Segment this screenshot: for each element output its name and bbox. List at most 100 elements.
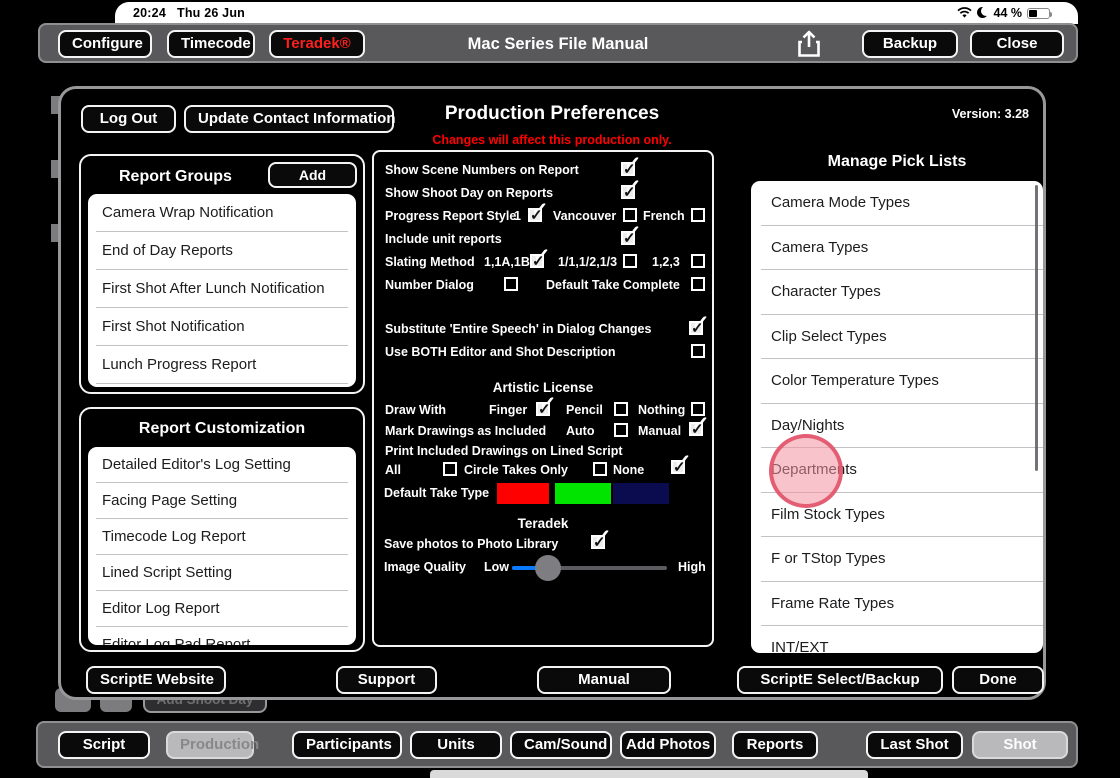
pencil-label: Pencil xyxy=(566,403,603,417)
scripte-select-backup-button[interactable]: ScriptE Select/Backup xyxy=(737,666,943,694)
tab-script[interactable]: Script xyxy=(58,731,150,759)
report-groups-list: Camera Wrap Notification End of Day Repo… xyxy=(88,194,356,387)
take-type-swatch-green[interactable] xyxy=(555,483,611,504)
list-item[interactable]: Clip Select Types xyxy=(751,315,1043,360)
substitute-label: Substitute 'Entire Speech' in Dialog Cha… xyxy=(385,322,651,336)
done-button[interactable]: Done xyxy=(952,666,1044,694)
take-type-swatch-navy[interactable] xyxy=(613,483,669,504)
checkbox-show-shoot-day[interactable] xyxy=(621,185,635,199)
status-bar: 20:24 Thu 26 Jun 44 % xyxy=(115,2,1078,24)
show-scene-label: Show Scene Numbers on Report xyxy=(385,163,579,177)
checkbox-default-take-complete[interactable] xyxy=(691,277,705,291)
checkbox-all[interactable] xyxy=(443,462,457,476)
checkbox-slating-fraction[interactable] xyxy=(623,254,637,268)
finger-label: Finger xyxy=(489,403,527,417)
print-drawings-label: Print Included Drawings on Lined Script xyxy=(385,444,623,458)
list-item[interactable]: Timecode Log Report xyxy=(88,519,356,555)
checkbox-finger[interactable] xyxy=(536,402,550,416)
list-item[interactable]: F or TStop Types xyxy=(751,537,1043,582)
tab-production[interactable]: Production xyxy=(166,731,254,759)
list-item[interactable]: Editor Log Report xyxy=(88,591,356,627)
top-toolbar: Configure Timecode Teradek® Mac Series F… xyxy=(38,23,1078,63)
production-preferences-dialog: Log Out Update Contact Information Produ… xyxy=(58,86,1046,700)
image-quality-slider[interactable] xyxy=(512,566,667,570)
version-label: Version: 3.28 xyxy=(952,107,1029,121)
checkbox-pencil[interactable] xyxy=(614,402,628,416)
show-shoot-day-label: Show Shoot Day on Reports xyxy=(385,186,553,200)
checkbox-circle-takes[interactable] xyxy=(593,462,607,476)
list-item[interactable]: Detailed Editor's Log Setting xyxy=(88,447,356,483)
battery-percent: 44 % xyxy=(994,6,1023,20)
report-customization-list: Detailed Editor's Log Setting Facing Pag… xyxy=(88,447,356,645)
include-unit-label: Include unit reports xyxy=(385,232,502,246)
list-item[interactable]: First Shot Notification xyxy=(88,308,356,346)
checkbox-include-unit[interactable] xyxy=(621,231,635,245)
list-item[interactable]: Color Temperature Types xyxy=(751,359,1043,404)
image-quality-high-label: High xyxy=(678,560,706,574)
checkbox-none[interactable] xyxy=(671,460,685,474)
list-item[interactable]: Camera Mode Types xyxy=(751,181,1043,226)
report-groups-panel: Report Groups Add Camera Wrap Notificati… xyxy=(79,154,365,394)
list-item[interactable]: First Shot After Lunch Notification xyxy=(88,270,356,308)
checkbox-slating-1a1b[interactable] xyxy=(530,254,544,268)
last-shot-button[interactable]: Last Shot xyxy=(866,731,963,759)
list-item[interactable]: Character Types xyxy=(751,270,1043,315)
list-item[interactable]: INT/EXT xyxy=(751,626,1043,653)
list-item[interactable]: Lunch Progress Report xyxy=(88,346,356,384)
focus-moon-icon xyxy=(977,7,989,19)
slating-method-label: Slating Method xyxy=(385,255,475,269)
checkbox-french[interactable] xyxy=(691,208,705,222)
checkbox-auto[interactable] xyxy=(614,423,628,437)
checkbox-show-scene[interactable] xyxy=(621,162,635,176)
checkbox-progress-style-1[interactable] xyxy=(528,208,542,222)
list-item[interactable]: End of Day Reports xyxy=(88,232,356,270)
report-customization-title: Report Customization xyxy=(81,420,363,438)
pick-lists-scrollbar[interactable] xyxy=(1035,185,1038,471)
list-item[interactable]: Lined Script Setting xyxy=(88,555,356,591)
bottom-tab-bar: Script Production Participants Units Cam… xyxy=(36,721,1078,768)
auto-label: Auto xyxy=(566,424,594,438)
default-take-type-label: Default Take Type xyxy=(384,486,489,500)
share-icon[interactable] xyxy=(793,28,825,60)
scripte-website-button[interactable]: ScriptE Website xyxy=(86,666,226,694)
french-label: French xyxy=(643,209,685,223)
list-item[interactable]: Facing Page Setting xyxy=(88,483,356,519)
shot-button[interactable]: Shot xyxy=(972,731,1068,759)
close-button[interactable]: Close xyxy=(970,30,1064,58)
progress-style-1-label: 1 xyxy=(514,209,521,223)
checkbox-substitute[interactable] xyxy=(689,321,703,335)
tab-reports[interactable]: Reports xyxy=(732,731,818,759)
tab-cam-sound[interactable]: Cam/Sound xyxy=(510,731,612,759)
list-item[interactable]: Editor Log Pad Report xyxy=(88,627,356,645)
list-item[interactable]: Camera Types xyxy=(751,226,1043,271)
checkbox-vancouver[interactable] xyxy=(623,208,637,222)
manual-button[interactable]: Manual xyxy=(537,666,671,694)
pick-lists-list: Camera Mode Types Camera Types Character… xyxy=(751,181,1043,653)
checkbox-number-dialog[interactable] xyxy=(504,277,518,291)
take-type-swatch-red[interactable] xyxy=(497,483,549,504)
checkbox-save-photos[interactable] xyxy=(591,535,605,549)
tab-add-photos[interactable]: Add Photos xyxy=(620,731,716,759)
tab-units[interactable]: Units xyxy=(410,731,502,759)
report-groups-title: Report Groups xyxy=(119,168,232,186)
checkbox-slating-123[interactable] xyxy=(691,254,705,268)
draw-with-label: Draw With xyxy=(385,403,446,417)
save-photos-label: Save photos to Photo Library xyxy=(384,537,558,551)
tab-participants[interactable]: Participants xyxy=(292,731,402,759)
checkbox-manual[interactable] xyxy=(689,422,703,436)
slating-1a1b-label: 1,1A,1B xyxy=(484,255,530,269)
checkbox-use-both[interactable] xyxy=(691,344,705,358)
teradek-heading: Teradek xyxy=(374,516,712,531)
support-button[interactable]: Support xyxy=(336,666,437,694)
list-item[interactable]: Camera Wrap Notification xyxy=(88,194,356,232)
manage-pick-lists-title: Manage Pick Lists xyxy=(751,153,1043,171)
slider-thumb[interactable] xyxy=(535,555,561,581)
mark-drawings-label: Mark Drawings as Included xyxy=(385,424,546,438)
nothing-label: Nothing xyxy=(638,403,685,417)
all-label: All xyxy=(385,463,401,477)
backup-button[interactable]: Backup xyxy=(862,30,958,58)
list-item[interactable]: Frame Rate Types xyxy=(751,582,1043,627)
add-report-group-button[interactable]: Add xyxy=(268,162,357,188)
image-quality-low-label: Low xyxy=(484,560,509,574)
vancouver-label: Vancouver xyxy=(553,209,616,223)
